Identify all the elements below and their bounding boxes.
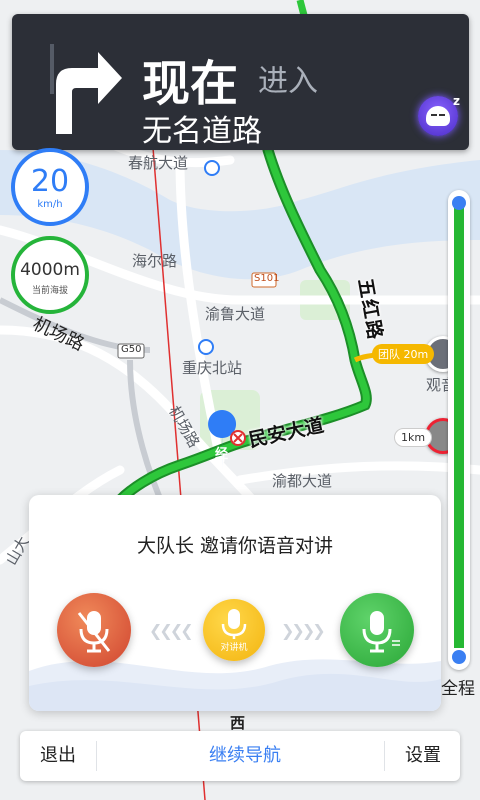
teammate-distance-tag: 1km: [394, 428, 433, 447]
continue-navigation-button[interactable]: 继续导航: [100, 731, 390, 781]
jing-marker-label: 经: [215, 447, 229, 462]
chevron-right-icon: ❯❯❯❯: [281, 621, 326, 640]
turn-road-name: 无名道路: [142, 114, 262, 149]
turn-instruction-panel: 现在 进入 无名道路: [12, 14, 469, 150]
settings-button[interactable]: 设置: [386, 731, 460, 781]
altitude-indicator: 4000m 当前海拔: [11, 236, 89, 314]
map-label-chongqing-north: 重庆北站: [182, 359, 243, 377]
turn-right-arrow-icon: [50, 44, 122, 134]
speed-value: 20: [30, 164, 70, 199]
mic-speaking-icon: [362, 611, 400, 653]
sleep-z-icon: z: [453, 94, 460, 108]
altitude-value: 4000m: [20, 260, 80, 280]
bottom-action-bar: 退出 继续导航 设置: [20, 731, 460, 781]
route-progress-fill: [454, 208, 464, 648]
walkie-talkie-button[interactable]: 对讲机: [203, 599, 265, 661]
route-progress-bar[interactable]: [448, 190, 470, 670]
voice-invite-title: 大队长 邀请你语音对讲: [136, 535, 334, 557]
divider: [96, 741, 97, 771]
speed-indicator: 20 km/h: [11, 148, 89, 226]
map-label-g50: G50: [121, 344, 142, 355]
altitude-caption: 当前海拔: [31, 286, 68, 296]
turn-action-text: 进入: [258, 64, 318, 99]
progress-top-arrow-icon: [452, 196, 466, 210]
exit-button[interactable]: 退出: [20, 731, 96, 781]
speed-unit: km/h: [37, 199, 63, 210]
reject-mute-button[interactable]: [57, 593, 131, 667]
progress-bottom-arrow-icon: [452, 650, 466, 664]
map-label-west: 西: [230, 714, 246, 732]
map-label-yulu-road: 渝鲁大道: [205, 305, 266, 323]
voice-intercom-dialog: 大队长 邀请你语音对讲 ❮❮❮❮ 对讲机 ❯❯❯❯: [29, 495, 441, 711]
team-distance-tag: 团队 20m: [372, 344, 435, 364]
map-label-hanghang-road: 春航大道: [128, 154, 189, 172]
walkie-talkie-label: 对讲机: [220, 643, 248, 653]
map-label-haier-road: 海尔路: [132, 252, 178, 270]
full-route-button[interactable]: 全程: [441, 674, 475, 699]
mic-off-icon: [77, 611, 111, 653]
map-label-s101: S101: [254, 273, 280, 284]
map-label-yudu-road: 渝都大道: [272, 472, 333, 490]
chevron-left-icon: ❮❮❮❮: [149, 621, 194, 640]
accept-speak-button[interactable]: [340, 593, 414, 667]
voice-assistant-robot-icon[interactable]: [418, 96, 458, 136]
turn-distance-text: 现在: [142, 56, 239, 112]
divider: [384, 741, 385, 771]
